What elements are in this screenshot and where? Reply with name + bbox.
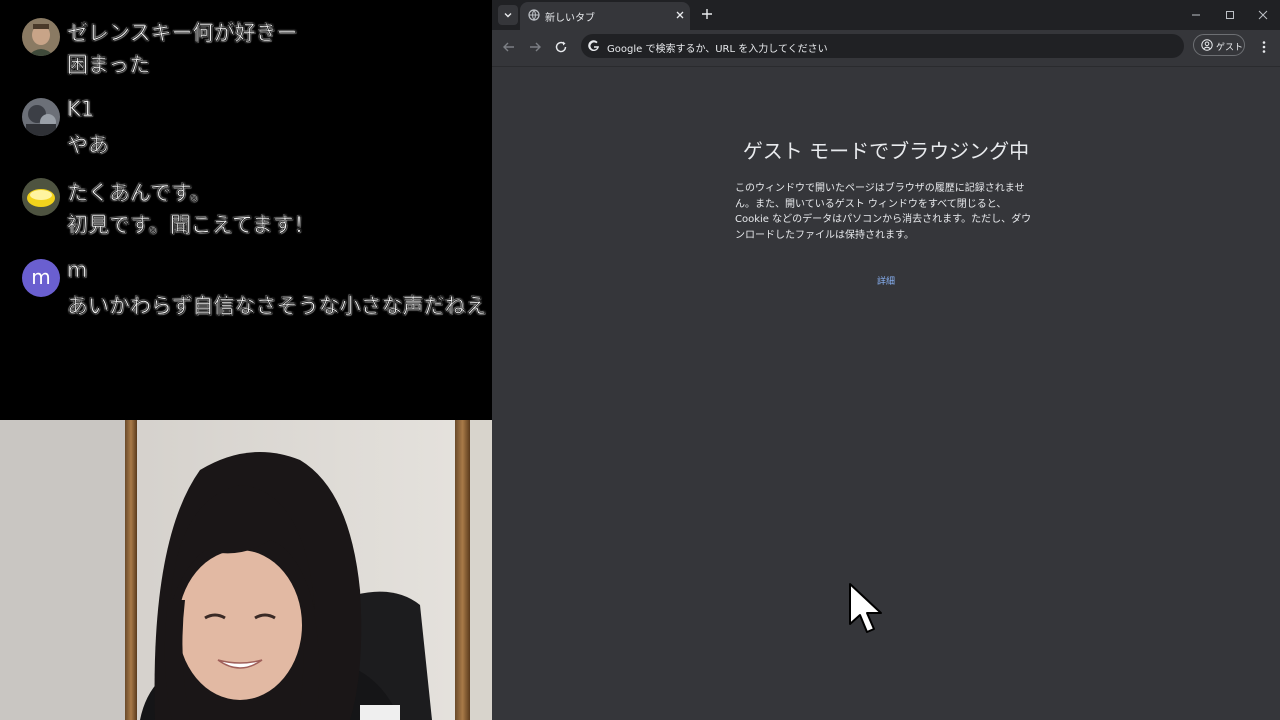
person-icon	[1201, 39, 1213, 51]
chat-author: たくあんです。	[67, 181, 211, 206]
user-avatar-icon	[22, 98, 60, 136]
mouse-cursor-icon	[849, 583, 882, 633]
chat-text: 困まった	[67, 53, 151, 78]
avatar	[22, 18, 60, 56]
forward-arrow-icon[interactable]	[528, 40, 542, 54]
chat-text: やあ	[67, 133, 110, 158]
google-g-icon	[588, 40, 599, 52]
chat-overlay: ゼレンスキー何が好きー 困まった K1 やあ たくあんです。 初見です。聞こえて…	[0, 0, 492, 420]
learn-more-link[interactable]: 詳細	[492, 274, 1280, 287]
close-icon[interactable]	[674, 9, 686, 21]
chat-author: K1	[67, 97, 95, 122]
globe-icon	[528, 9, 540, 21]
chat-author: ゼレンスキー何が好きー	[67, 21, 298, 46]
profile-label: ゲスト	[1216, 43, 1244, 53]
browser-toolbar: Google で検索するか、URL を入力してください ゲスト	[492, 30, 1280, 67]
more-vert-icon[interactable]	[1258, 40, 1270, 54]
minimize-icon[interactable]	[1190, 9, 1202, 21]
tab-search-button[interactable]	[498, 5, 518, 25]
tab-strip: 新しいタブ	[492, 0, 1280, 30]
chevron-down-icon	[504, 13, 512, 18]
address-bar[interactable]: Google で検索するか、URL を入力してください	[581, 34, 1184, 58]
maximize-icon[interactable]	[1224, 9, 1236, 21]
plus-icon[interactable]	[700, 7, 714, 21]
user-avatar-icon	[22, 178, 60, 216]
avatar	[22, 178, 60, 216]
profile-guest-button[interactable]: ゲスト	[1193, 34, 1245, 56]
chat-text: 初見です。聞こえてます！	[67, 213, 315, 238]
back-arrow-icon[interactable]	[502, 40, 516, 54]
close-window-icon[interactable]	[1257, 9, 1269, 21]
browser-window: 新しいタブ Google で検索するか、URL を入力してください ゲスト ゲス…	[492, 0, 1280, 720]
page-title: ゲスト モードでブラウジング中	[742, 139, 1030, 163]
reload-icon[interactable]	[554, 40, 568, 54]
guest-mode-description: このウィンドウで開いたページはブラウザの履歴に記録されません。また、開いているゲ…	[735, 183, 1032, 241]
avatar	[22, 98, 60, 136]
user-avatar-icon	[22, 18, 60, 56]
avatar-letter: m	[31, 264, 51, 289]
avatar: m	[22, 259, 60, 297]
tab-new-tab[interactable]: 新しいタブ	[520, 2, 690, 30]
tab-title: 新しいタブ	[545, 13, 595, 24]
address-bar-placeholder: Google で検索するか、URL を入力してください	[607, 44, 828, 55]
chat-text: あいかわらず自信なさそうな小さな声だねえ	[67, 294, 487, 319]
webcam-feed	[0, 420, 492, 720]
chat-author: m	[67, 258, 88, 283]
webcam-image	[0, 420, 492, 720]
